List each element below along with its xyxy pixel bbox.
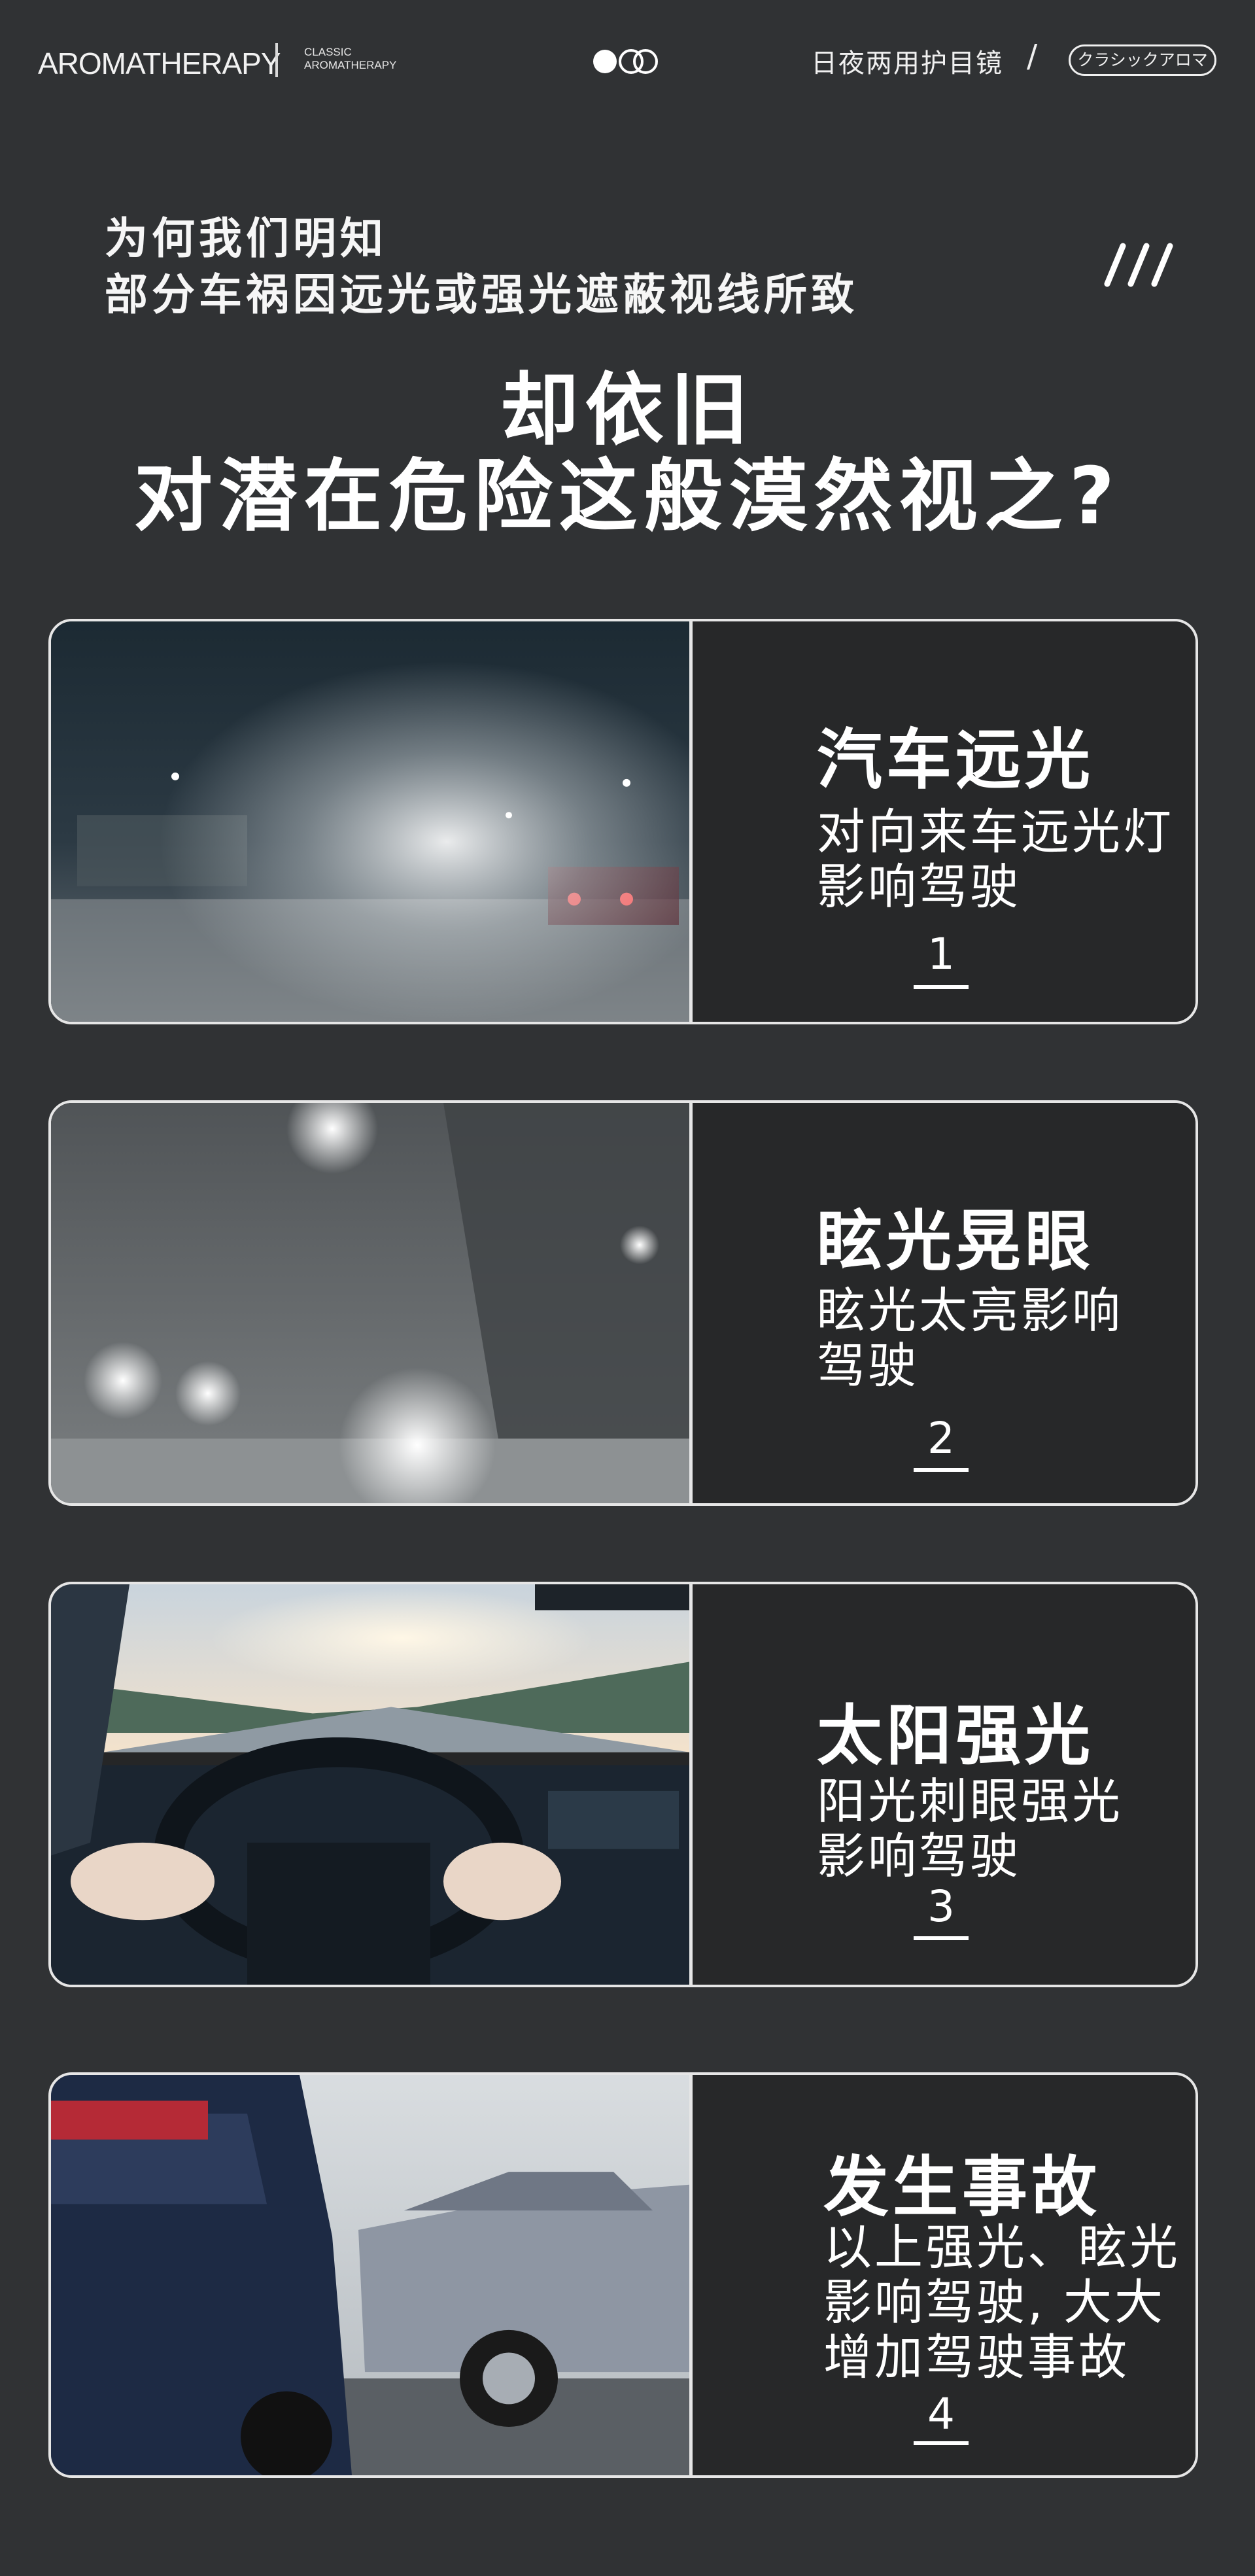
- card-desc-line-1: 以上强光、眩光: [823, 2219, 1180, 2276]
- card-description: 以上强光、眩光 影响驾驶, 大大 增加驾驶事故: [823, 2219, 1195, 2386]
- card-desc-line-1: 眩光太亮影响: [817, 1283, 1123, 1339]
- card-desc-line-1: 对向来车远光灯: [817, 804, 1174, 860]
- night-road-glare-photo: [51, 621, 689, 1022]
- brand-sub-line-1: CLASSIC: [304, 46, 352, 58]
- brand-name: AROMATHERAPY: [38, 46, 281, 80]
- card-text-panel: 发生事故 以上强光、眩光 影响驾驶, 大大 增加驾驶事故 4: [693, 2075, 1195, 2475]
- nav-pill-badge: クラシックアロマ: [1069, 44, 1216, 76]
- card-accident: 发生事故 以上强光、眩光 影响驾驶, 大大 增加驾驶事故 4: [48, 2072, 1198, 2478]
- card-desc-line-2: 影响驾驶: [817, 1828, 1021, 1885]
- top-header: AROMATHERAPY CLASSIC AROMATHERAPY 日夜两用护目…: [0, 0, 1255, 124]
- card-title: 汽车远光: [817, 722, 1094, 798]
- intro-line-1: 为何我们明知: [105, 213, 387, 264]
- nav-product-name: 日夜两用护目镜: [811, 48, 1003, 78]
- card-description: 阳光刺眼强光 影响驾驶: [817, 1773, 1195, 1885]
- headline-line-2: 对潜在危险这般漠然视之?: [133, 451, 1122, 542]
- card-number: 4: [927, 2389, 955, 2439]
- card-desc-line-2: 影响驾驶, 大大: [823, 2274, 1166, 2331]
- card-desc-line-2: 驾驶: [817, 1338, 919, 1394]
- main-headline: 却依旧 对潜在危险这般漠然视之?: [0, 368, 1255, 540]
- card-high-beam: 汽车远光 对向来车远光灯 影响驾驶 1: [48, 619, 1198, 1024]
- brand-sub-line-2: AROMATHERAPY: [304, 59, 397, 71]
- card-number: 3: [927, 1881, 955, 1932]
- card-number: 2: [927, 1413, 955, 1463]
- headline-line-1: 却依旧: [500, 365, 755, 456]
- car-crash-photo: [51, 2075, 689, 2475]
- card-description: 对向来车远光灯 影响驾驶: [817, 804, 1195, 915]
- intro-text: 为何我们明知 部分车祸因远光或强光遮蔽视线所致: [105, 211, 858, 323]
- card-description: 眩光太亮影响 驾驶: [817, 1283, 1195, 1394]
- card-number-underline: [914, 2441, 969, 2445]
- card-number-underline: [914, 1468, 969, 1472]
- steering-wheel-sun-photo: [51, 1584, 689, 1985]
- card-text-panel: 汽车远光 对向来车远光灯 影响驾驶 1: [693, 621, 1195, 1022]
- card-number-underline: [914, 985, 969, 989]
- logo-icon: [593, 49, 658, 74]
- card-number-underline: [914, 1936, 969, 1940]
- card-sun-glare: 太阳强光 阳光刺眼强光 影响驾驶 3: [48, 1582, 1198, 1987]
- intro-line-2: 部分车祸因远光或强光遮蔽视线所致: [105, 270, 858, 320]
- card-desc-line-2: 影响驾驶: [817, 859, 1021, 915]
- rainy-night-glare-photo: [51, 1103, 689, 1503]
- card-text-panel: 太阳强光 阳光刺眼强光 影响驾驶 3: [693, 1584, 1195, 1985]
- card-glare: 眩光晃眼 眩光太亮影响 驾驶 2: [48, 1100, 1198, 1506]
- card-title: 发生事故: [823, 2149, 1101, 2225]
- card-desc-line-1: 阳光刺眼强光: [817, 1773, 1123, 1830]
- nav-slash: /: [1027, 38, 1038, 75]
- slashes-decoration-icon: [1104, 243, 1173, 287]
- card-desc-line-3: 增加驾驶事故: [823, 2329, 1129, 2386]
- card-text-panel: 眩光晃眼 眩光太亮影响 驾驶 2: [693, 1103, 1195, 1503]
- card-number: 1: [927, 929, 955, 979]
- card-title: 眩光晃眼: [817, 1203, 1094, 1279]
- brand-subtitle: CLASSIC AROMATHERAPY: [304, 46, 396, 72]
- card-title: 太阳强光: [817, 1697, 1094, 1774]
- brand-divider: [275, 43, 278, 77]
